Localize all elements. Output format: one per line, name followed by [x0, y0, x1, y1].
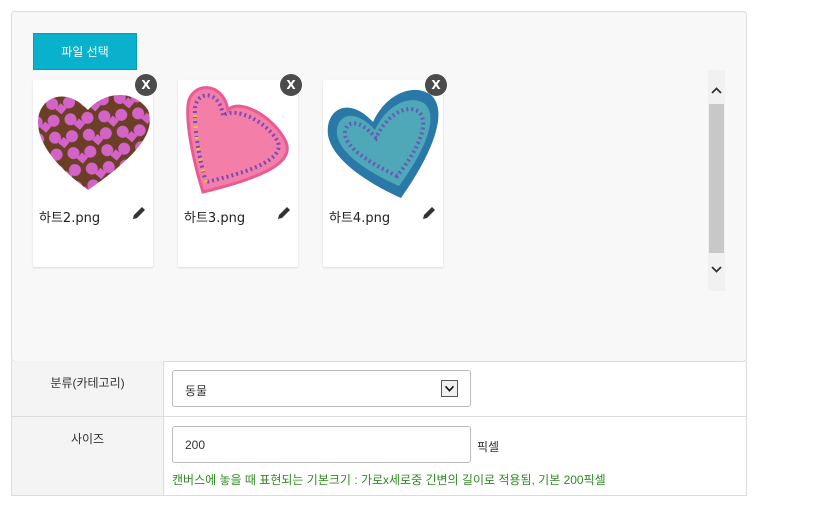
size-label-cell: 사이즈	[12, 417, 164, 495]
file-list-scrollbar[interactable]	[708, 70, 725, 291]
upload-panel: 파일 선택 X 하트2.png X 하트3.png X 하트4.png	[11, 11, 747, 362]
file-card: X 하트4.png	[323, 74, 447, 267]
category-selected-value: 동물	[185, 384, 208, 398]
size-unit: 픽셀	[477, 440, 500, 454]
chevron-down-icon[interactable]	[708, 260, 725, 278]
checkered-heart-image	[38, 94, 150, 190]
file-name: 하트4.png	[329, 211, 391, 226]
category-select[interactable]: 동물	[172, 370, 471, 407]
chevron-down-icon[interactable]	[441, 380, 458, 397]
teal-heart-image	[327, 89, 439, 198]
category-label: 분류(카테고리)	[50, 376, 125, 390]
file-name: 하트3.png	[184, 211, 246, 226]
remove-file-button[interactable]: X	[280, 74, 302, 96]
chevron-up-icon[interactable]	[708, 82, 725, 100]
category-row: 분류(카테고리) 동물	[12, 361, 746, 417]
pencil-icon[interactable]	[131, 205, 147, 221]
pencil-icon[interactable]	[276, 205, 292, 221]
file-card: X 하트2.png	[33, 74, 157, 267]
file-card: X 하트3.png	[178, 74, 302, 267]
size-input[interactable]: 200	[172, 426, 471, 463]
size-row: 사이즈 200 픽셀 캔버스에 놓을 때 표현되는 기본크기 : 가로x세로중 …	[12, 417, 746, 495]
settings-form: 분류(카테고리) 동물 사이즈 200 픽셀 캔버스에 놓을 때 표현되는 기본…	[11, 361, 747, 496]
category-label-cell: 분류(카테고리)	[12, 361, 164, 416]
pink-heart-image	[186, 86, 289, 194]
remove-file-button[interactable]: X	[425, 74, 447, 96]
choose-file-button[interactable]: 파일 선택	[33, 33, 137, 70]
scrollbar-thumb[interactable]	[709, 104, 724, 253]
size-input-value: 200	[185, 438, 206, 452]
size-label: 사이즈	[70, 432, 105, 446]
size-hint: 캔버스에 놓을 때 표현되는 기본크기 : 가로x세로중 긴변의 길이로 적용됨…	[172, 473, 606, 487]
pencil-icon[interactable]	[421, 205, 437, 221]
file-name: 하트2.png	[39, 211, 101, 226]
remove-file-button[interactable]: X	[135, 74, 157, 96]
